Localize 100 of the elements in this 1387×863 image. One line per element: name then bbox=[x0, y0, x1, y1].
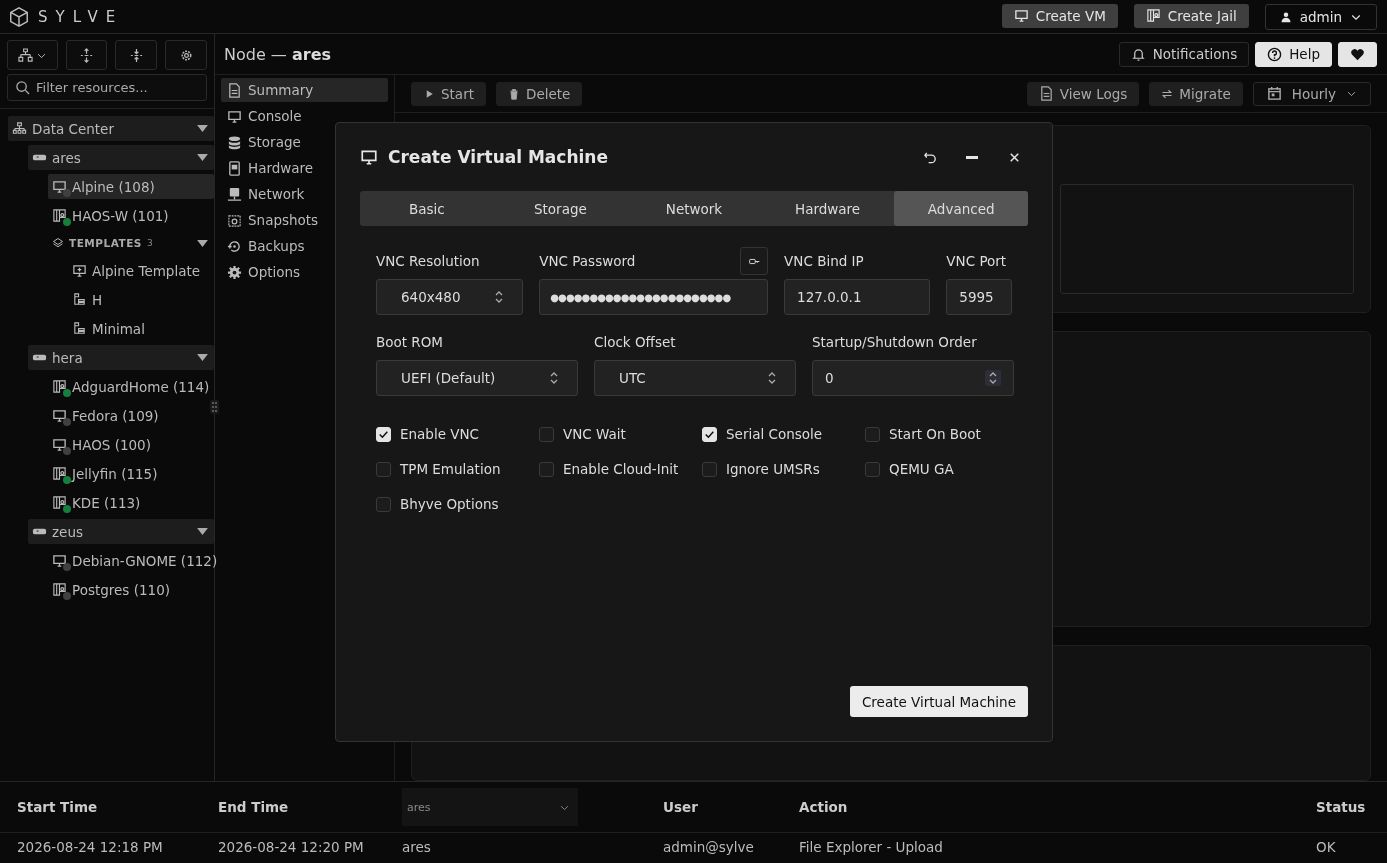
toolbar-button[interactable]: Delete bbox=[496, 81, 583, 106]
tree-item[interactable]: H bbox=[68, 287, 214, 312]
nav-item[interactable]: Hardware bbox=[221, 156, 388, 180]
container-icon bbox=[1145, 8, 1161, 23]
tree-label: HAOS-W (101) bbox=[72, 207, 169, 224]
container-icon bbox=[52, 208, 67, 223]
tree-item[interactable]: ares bbox=[28, 145, 214, 170]
expand-all-button[interactable] bbox=[65, 40, 108, 70]
tree-item[interactable]: Data Center bbox=[8, 116, 214, 141]
tree-label: zeus bbox=[52, 523, 83, 540]
stepper-icon[interactable] bbox=[985, 370, 1001, 386]
tab[interactable]: Network bbox=[627, 191, 761, 226]
table-cell: ares bbox=[402, 839, 431, 855]
nav-item[interactable]: Summary bbox=[221, 78, 388, 102]
tree-label: Fedora (109) bbox=[72, 407, 159, 424]
nav-item[interactable]: Console bbox=[221, 104, 388, 128]
toolbar-button[interactable]: Migrate bbox=[1149, 81, 1243, 106]
tree-item[interactable]: zeus bbox=[28, 519, 214, 544]
search-field[interactable]: Filter resources... bbox=[7, 74, 207, 101]
ip-field[interactable]: 127.0.0.1 bbox=[784, 279, 931, 315]
checkbox[interactable] bbox=[865, 461, 880, 477]
interval-select[interactable]: Hourly bbox=[1252, 81, 1371, 106]
tree-item[interactable]: Jellyfin (115) bbox=[48, 461, 214, 486]
toolbar-button[interactable]: Start bbox=[411, 81, 486, 106]
clock-offset-select[interactable]: UTC bbox=[594, 360, 796, 396]
monitor-icon bbox=[52, 408, 67, 423]
tree-label: Minimal bbox=[92, 320, 145, 337]
checkbox-label: Enable Cloud-Init bbox=[563, 461, 679, 477]
tree-item[interactable]: Alpine Template bbox=[68, 258, 214, 283]
checkbox[interactable] bbox=[539, 426, 554, 442]
document-icon bbox=[227, 82, 242, 98]
user-icon bbox=[1279, 10, 1292, 23]
checkbox-label: TPM Emulation bbox=[400, 461, 501, 477]
node-select[interactable]: ares bbox=[402, 788, 578, 826]
collapse-all-button[interactable] bbox=[115, 40, 158, 70]
page-title: Node — ares bbox=[224, 44, 331, 64]
port-field[interactable]: 5995 bbox=[946, 279, 1012, 315]
help-button[interactable]: Help bbox=[1255, 41, 1332, 67]
tree-view-button[interactable] bbox=[7, 40, 58, 70]
tree-item[interactable]: AdguardHome (114) bbox=[48, 374, 214, 399]
blocks-icon bbox=[72, 321, 87, 336]
tree-item[interactable]: HAOS (100) bbox=[48, 432, 214, 457]
field-label: VNC Bind IP bbox=[784, 252, 865, 270]
number-field[interactable]: 0 bbox=[812, 360, 1014, 396]
tab[interactable]: Hardware bbox=[760, 191, 895, 226]
tree-label: AdguardHome (114) bbox=[72, 378, 210, 395]
tree-item[interactable]: HAOS-W (101) bbox=[48, 203, 214, 228]
tree-label: Alpine (108) bbox=[72, 178, 155, 195]
checkbox[interactable] bbox=[376, 496, 391, 512]
tree-label: H bbox=[92, 291, 103, 308]
item-count: 3 bbox=[146, 238, 153, 248]
notifications-button[interactable]: Notifications bbox=[1118, 41, 1250, 67]
checkbox[interactable] bbox=[865, 426, 880, 442]
tab[interactable]: Storage bbox=[493, 191, 628, 226]
settings-button[interactable] bbox=[165, 40, 207, 70]
tree-item[interactable]: Alpine (108) bbox=[48, 174, 214, 199]
chevron-updown-icon bbox=[494, 290, 505, 304]
password-field[interactable]: ●●●●●●●●●●●●●●●●●●●●●●● bbox=[539, 279, 769, 315]
tab[interactable]: Advanced bbox=[894, 191, 1028, 226]
drag-handle-icon[interactable] bbox=[210, 400, 219, 414]
generate-password-button[interactable] bbox=[740, 247, 769, 275]
toolbar-button[interactable]: View Logs bbox=[1026, 81, 1140, 106]
tree-item[interactable]: Minimal bbox=[68, 316, 214, 341]
checkbox[interactable] bbox=[376, 461, 391, 477]
network-icon bbox=[12, 121, 27, 136]
dialog-title: Create Virtual Machine bbox=[388, 147, 608, 167]
tree-item[interactable]: KDE (113) bbox=[48, 490, 214, 515]
tree-item[interactable]: Fedora (109) bbox=[48, 403, 214, 428]
monitor-icon bbox=[227, 108, 242, 124]
app-name: SYLVE bbox=[38, 7, 124, 26]
field-label: Clock Offset bbox=[594, 333, 677, 351]
chevron-updown-icon bbox=[767, 371, 777, 385]
container-icon bbox=[52, 466, 67, 481]
blocks-icon bbox=[72, 292, 87, 307]
tree-item[interactable]: Postgres (110) bbox=[48, 577, 214, 602]
user-menu[interactable]: admin bbox=[1264, 3, 1377, 30]
checkbox-label: Bhyve Options bbox=[400, 496, 499, 512]
create-vm-button[interactable]: Create Virtual Machine bbox=[849, 686, 1028, 717]
minus-icon bbox=[966, 155, 978, 159]
search-icon bbox=[15, 80, 30, 95]
checkbox-label: Serial Console bbox=[726, 426, 823, 442]
calendar-icon bbox=[1266, 86, 1282, 101]
field-label: VNC Resolution bbox=[376, 252, 481, 270]
tree-item[interactable]: hera bbox=[28, 345, 214, 370]
column-header: Start Time bbox=[17, 799, 98, 815]
create-button[interactable]: Create Jail bbox=[1133, 3, 1249, 28]
tree-item[interactable]: TEMPLATES 3 bbox=[48, 232, 214, 254]
table-cell: File Explorer - Upload bbox=[799, 839, 943, 855]
checkbox[interactable] bbox=[702, 461, 717, 477]
resolution-select[interactable]: 640x480 bbox=[376, 279, 524, 315]
tree-label: ares bbox=[52, 149, 81, 166]
container-icon bbox=[52, 582, 67, 597]
nav-item[interactable]: Storage bbox=[221, 130, 388, 154]
field-label: Startup/Shutdown Order bbox=[812, 333, 978, 351]
boot-rom-select[interactable]: UEFI (Default) bbox=[376, 360, 578, 396]
checkbox[interactable] bbox=[539, 461, 554, 477]
favorite-button[interactable] bbox=[1338, 41, 1377, 67]
field-label: Boot ROM bbox=[376, 333, 445, 351]
create-button[interactable]: Create VM bbox=[1001, 3, 1118, 28]
checkbox-label: QEMU GA bbox=[889, 461, 954, 477]
